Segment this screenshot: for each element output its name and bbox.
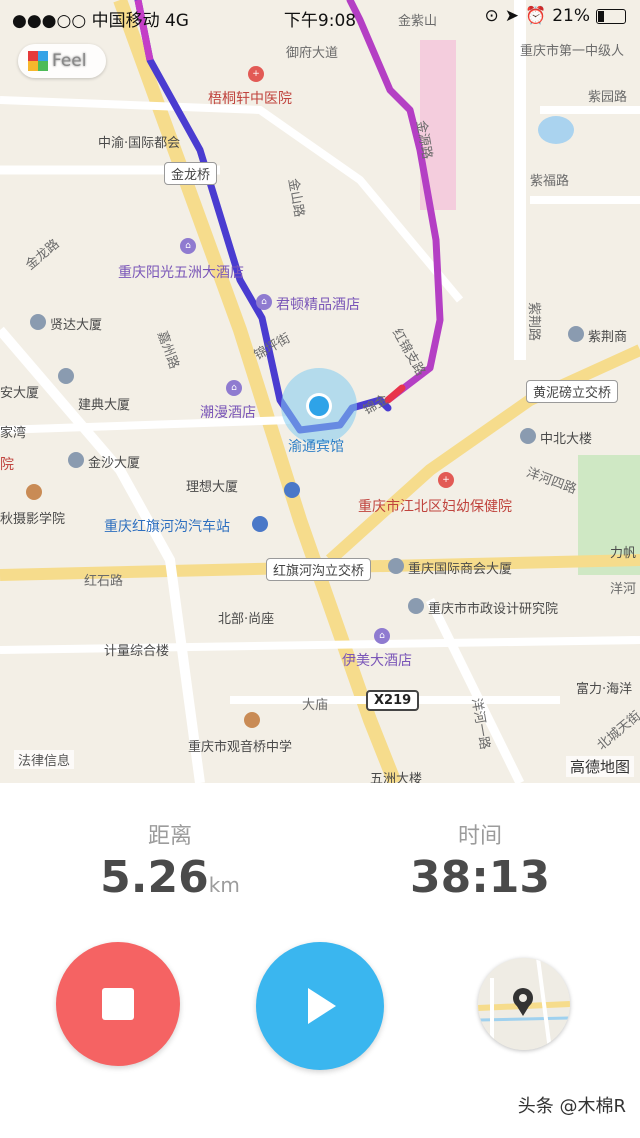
battery-percent: 21% [552, 6, 590, 26]
map-label: 渝通宾馆 [288, 439, 344, 455]
map-label: 重庆市观音桥中学 [188, 740, 293, 755]
map-label: 五洲大楼 [370, 772, 423, 783]
bus-icon [284, 482, 300, 498]
stop-button[interactable] [56, 942, 180, 1066]
map-label: 红石路 [84, 574, 124, 589]
map-label: 洋河 [610, 582, 637, 597]
map-label: 计量综合楼 [104, 644, 170, 659]
map-label: 君顿精品酒店 [276, 297, 360, 313]
feel-logo-icon [28, 51, 48, 71]
distance-stat: 距离 5.26km [80, 818, 260, 903]
map-label: 富力·海洋 [576, 682, 633, 697]
school-icon [26, 484, 42, 500]
hotel-icon: ⌂ [226, 380, 242, 396]
battery-icon [596, 8, 626, 24]
map-label: 紫福路 [530, 174, 570, 189]
location-arrow-icon: ➤ [504, 6, 520, 26]
distance-value: 5.26 [100, 852, 209, 903]
time-caption: 时间 [457, 824, 502, 849]
map-label: 重庆国际商会大厦 [408, 562, 513, 577]
map-label: 北部·尚座 [218, 612, 275, 627]
map-label: 力帆 [610, 546, 637, 561]
stop-icon [102, 988, 134, 1020]
map-label: 伊美大酒店 [342, 653, 412, 669]
map-label: 贤达大厦 [50, 318, 103, 333]
map-thumbnail-icon [478, 958, 570, 1050]
hotel-icon: ⌂ [180, 238, 196, 254]
building-icon [30, 314, 46, 330]
bridge-label: 红旗河沟立交桥 [266, 558, 372, 581]
hotel-icon: ⌂ [374, 628, 390, 644]
map-label: 御府大道 [286, 46, 339, 61]
building-icon [408, 598, 424, 614]
building-icon [568, 326, 584, 342]
map-label: 紫荆商 [588, 330, 628, 345]
map-label: 中北大楼 [540, 432, 593, 447]
bridge-label: 金龙桥 [164, 162, 218, 185]
building-icon [520, 428, 536, 444]
hospital-icon: + [438, 472, 454, 488]
map-label: 中渝·国际都会 [98, 136, 181, 151]
play-icon [308, 988, 336, 1024]
distance-unit: km [208, 873, 240, 897]
map-label: 大庙 [302, 698, 329, 713]
map-toggle-button[interactable] [478, 958, 570, 1050]
map-view[interactable]: 金紫山 御府大道 + 梧桐轩中医院 重庆市第一中级人 中渝·国际都会 金源路 紫… [0, 0, 640, 783]
bridge-label: 黄泥磅立交桥 [526, 380, 619, 403]
time-stat: 时间 38:13 [390, 818, 570, 903]
map-label: 重庆阳光五洲大酒店 [118, 265, 244, 281]
resume-button[interactable] [256, 942, 384, 1070]
legal-info-link[interactable]: 法律信息 [14, 750, 75, 769]
status-bar: ●●●○○ 中国移动 4G 下午9:08 ⊙ ➤ ⏰ 21% [0, 0, 640, 34]
school-icon [244, 712, 260, 728]
feel-badge[interactable]: Feel [18, 44, 106, 78]
time-value: 38:13 [409, 852, 551, 903]
building-icon [58, 368, 74, 384]
map-label: 重庆红旗河沟汽车站 [104, 519, 230, 535]
map-label: 梧桐轩中医院 [208, 91, 292, 107]
map-label: 家湾 [0, 426, 27, 441]
distance-caption: 距离 [147, 824, 192, 849]
lock-rotation-icon: ⊙ [484, 6, 499, 26]
alarm-icon: ⏰ [525, 6, 547, 26]
map-label: 院 [0, 457, 14, 473]
map-label: 理想大厦 [186, 480, 239, 495]
map-label: 紫园路 [588, 90, 628, 105]
building-icon [388, 558, 404, 574]
map-attribution: 高德地图 [565, 756, 634, 777]
watermark: 头条 @木棉R [517, 1096, 626, 1117]
map-label: 安大厦 [0, 386, 40, 401]
map-label: 秋摄影学院 [0, 512, 66, 527]
bus-icon [252, 516, 268, 532]
map-label: 重庆市第一中级人 [520, 44, 625, 59]
building-icon [68, 452, 84, 468]
map-label: 建典大厦 [78, 398, 131, 413]
map-label: 重庆市市政设计研究院 [428, 602, 559, 617]
map-label: 潮漫酒店 [200, 405, 256, 421]
hospital-icon: + [248, 66, 264, 82]
status-right: ⊙ ➤ ⏰ 21% [485, 6, 626, 26]
map-label: 重庆市江北区妇幼保健院 [358, 499, 512, 515]
route-shield: X219 [366, 690, 420, 711]
map-label: 紫荆路 [526, 301, 542, 342]
map-label: 金沙大厦 [88, 456, 141, 471]
feel-label: Feel [52, 51, 87, 71]
hotel-icon: ⌂ [256, 294, 272, 310]
